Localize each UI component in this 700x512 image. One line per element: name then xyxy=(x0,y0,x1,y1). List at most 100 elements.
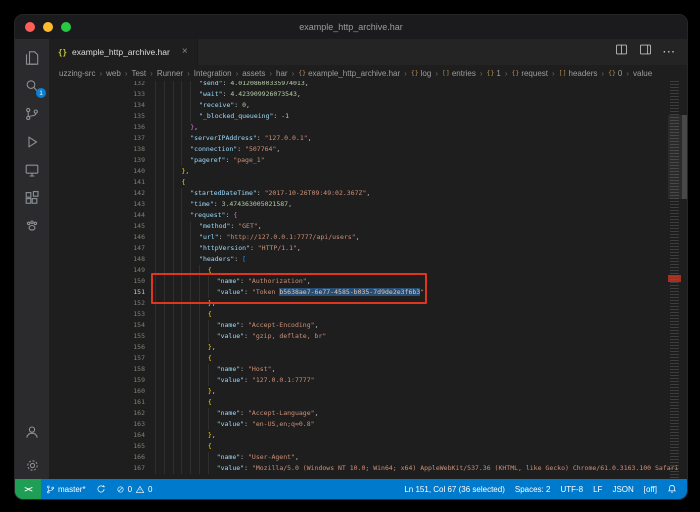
vertical-scrollbar[interactable] xyxy=(682,115,687,199)
line-number[interactable]: 165 xyxy=(49,441,155,452)
line-number[interactable]: 140 xyxy=(49,166,155,177)
code-line[interactable]: 161{ xyxy=(49,397,667,408)
line-number[interactable]: 156 xyxy=(49,342,155,353)
breadcrumb-item[interactable]: []entries xyxy=(442,69,476,78)
line-number[interactable]: 141 xyxy=(49,177,155,188)
line-number[interactable]: 159 xyxy=(49,375,155,386)
screencast-indicator[interactable]: [off] xyxy=(639,479,662,499)
breadcrumb-item[interactable]: uzzing-src xyxy=(59,69,95,78)
code-line[interactable]: 146"url": "http://127.0.0.1:7777/api/use… xyxy=(49,232,667,243)
line-number[interactable]: 148 xyxy=(49,254,155,265)
line-number[interactable]: 142 xyxy=(49,188,155,199)
search-button[interactable]: 1 xyxy=(15,72,49,100)
minimize-window-button[interactable] xyxy=(43,22,53,32)
split-editor-button[interactable] xyxy=(615,43,628,61)
branch-indicator[interactable]: master* xyxy=(41,479,91,499)
line-number[interactable]: 167 xyxy=(49,463,155,474)
code-line[interactable]: 140}, xyxy=(49,166,667,177)
code-line[interactable]: 154"name": "Accept-Encoding", xyxy=(49,320,667,331)
code-line[interactable]: 144"request": { xyxy=(49,210,667,221)
breadcrumb-item[interactable]: {}1 xyxy=(487,69,501,78)
code-line[interactable]: 167"value": "Mozilla/5.0 (Windows NT 10.… xyxy=(49,463,667,474)
zoom-window-button[interactable] xyxy=(61,22,71,32)
problems-indicator[interactable]: 0 0 xyxy=(111,479,158,499)
code-line[interactable]: 138"connection": "507764", xyxy=(49,144,667,155)
breadcrumb-item[interactable]: assets xyxy=(242,69,265,78)
code-line[interactable]: 136}, xyxy=(49,122,667,133)
sync-button[interactable] xyxy=(91,479,111,499)
account-button[interactable] xyxy=(15,418,49,451)
code-line[interactable]: 139"pageref": "page_1" xyxy=(49,155,667,166)
code-line[interactable]: 132"send": 4.01208600335974013, xyxy=(49,81,667,89)
line-number[interactable]: 139 xyxy=(49,155,155,166)
line-number[interactable]: 149 xyxy=(49,265,155,276)
breadcrumb-item[interactable]: {}0 xyxy=(608,69,622,78)
toggle-layout-button[interactable] xyxy=(639,43,652,61)
settings-button[interactable] xyxy=(15,451,49,479)
line-number[interactable]: 158 xyxy=(49,364,155,375)
line-number[interactable]: 145 xyxy=(49,221,155,232)
code-line[interactable]: 143"time": 3.474363005021587, xyxy=(49,199,667,210)
code-line[interactable]: 162"name": "Accept-Language", xyxy=(49,408,667,419)
code-line[interactable]: 155"value": "gzip, deflate, br" xyxy=(49,331,667,342)
breadcrumb-item[interactable]: value xyxy=(633,69,652,78)
line-number[interactable]: 150 xyxy=(49,276,155,287)
line-number[interactable]: 134 xyxy=(49,100,155,111)
cursor-position[interactable]: Ln 151, Col 67 (36 selected) xyxy=(399,479,510,499)
breadcrumb-item[interactable]: Integration xyxy=(194,69,232,78)
line-number[interactable]: 154 xyxy=(49,320,155,331)
line-number[interactable]: 152 xyxy=(49,298,155,309)
code-line[interactable]: 158"name": "Host", xyxy=(49,364,667,375)
line-number[interactable]: 163 xyxy=(49,419,155,430)
line-number[interactable]: 151 xyxy=(49,287,155,298)
code-line[interactable]: 160}, xyxy=(49,386,667,397)
code-line[interactable]: 159"value": "127.0.0.1:7777" xyxy=(49,375,667,386)
code-line[interactable]: 163"value": "en-US,en;q=0.8" xyxy=(49,419,667,430)
code-line[interactable]: 135"_blocked_queueing": -1 xyxy=(49,111,667,122)
breadcrumb-item[interactable]: []headers xyxy=(559,69,598,78)
source-control-button[interactable] xyxy=(15,100,49,128)
line-number[interactable]: 132 xyxy=(49,81,155,89)
line-number[interactable]: 153 xyxy=(49,309,155,320)
code-line[interactable]: 157{ xyxy=(49,353,667,364)
code-line[interactable]: 165{ xyxy=(49,441,667,452)
line-number[interactable]: 147 xyxy=(49,243,155,254)
code-line[interactable]: 147"httpVersion": "HTTP/1.1", xyxy=(49,243,667,254)
indentation-indicator[interactable]: Spaces: 2 xyxy=(510,479,556,499)
code-line[interactable]: 133"wait": 4.423909926073543, xyxy=(49,89,667,100)
line-number[interactable]: 166 xyxy=(49,452,155,463)
code-line[interactable]: 166"name": "User-Agent", xyxy=(49,452,667,463)
code-line[interactable]: 141{ xyxy=(49,177,667,188)
remote-explorer-button[interactable] xyxy=(15,156,49,184)
code-line[interactable]: 153{ xyxy=(49,309,667,320)
line-number[interactable]: 157 xyxy=(49,353,155,364)
editor[interactable]: 132"send": 4.01208600335974013,133"wait"… xyxy=(49,81,687,479)
code-line[interactable]: 156}, xyxy=(49,342,667,353)
encoding-indicator[interactable]: UTF-8 xyxy=(555,479,588,499)
eol-indicator[interactable]: LF xyxy=(588,479,607,499)
line-number[interactable]: 162 xyxy=(49,408,155,419)
line-number[interactable]: 135 xyxy=(49,111,155,122)
line-number[interactable]: 164 xyxy=(49,430,155,441)
more-actions-button[interactable]: ··· xyxy=(663,47,676,58)
tab-example-http-archive[interactable]: {} example_http_archive.har × xyxy=(49,39,198,65)
title-bar[interactable]: example_http_archive.har xyxy=(15,15,687,39)
line-number[interactable]: 133 xyxy=(49,89,155,100)
breadcrumb-item[interactable]: web xyxy=(106,69,121,78)
line-number[interactable]: 161 xyxy=(49,397,155,408)
code-line[interactable]: 137"serverIPAddress": "127.0.0.1", xyxy=(49,133,667,144)
breadcrumb-item[interactable]: har xyxy=(276,69,288,78)
code-line[interactable]: 148"headers": [ xyxy=(49,254,667,265)
line-number[interactable]: 155 xyxy=(49,331,155,342)
code-line[interactable]: 142"startedDateTime": "2017-10-26T09:49:… xyxy=(49,188,667,199)
close-window-button[interactable] xyxy=(25,22,35,32)
language-mode[interactable]: JSON xyxy=(607,479,638,499)
line-number[interactable]: 144 xyxy=(49,210,155,221)
paw-extension-button[interactable] xyxy=(15,212,49,240)
line-number[interactable]: 137 xyxy=(49,133,155,144)
line-number[interactable]: 143 xyxy=(49,199,155,210)
extensions-button[interactable] xyxy=(15,184,49,212)
breadcrumb-item[interactable]: Test xyxy=(131,69,146,78)
breadcrumb-item[interactable]: {}example_http_archive.har xyxy=(298,69,400,78)
line-number[interactable]: 138 xyxy=(49,144,155,155)
